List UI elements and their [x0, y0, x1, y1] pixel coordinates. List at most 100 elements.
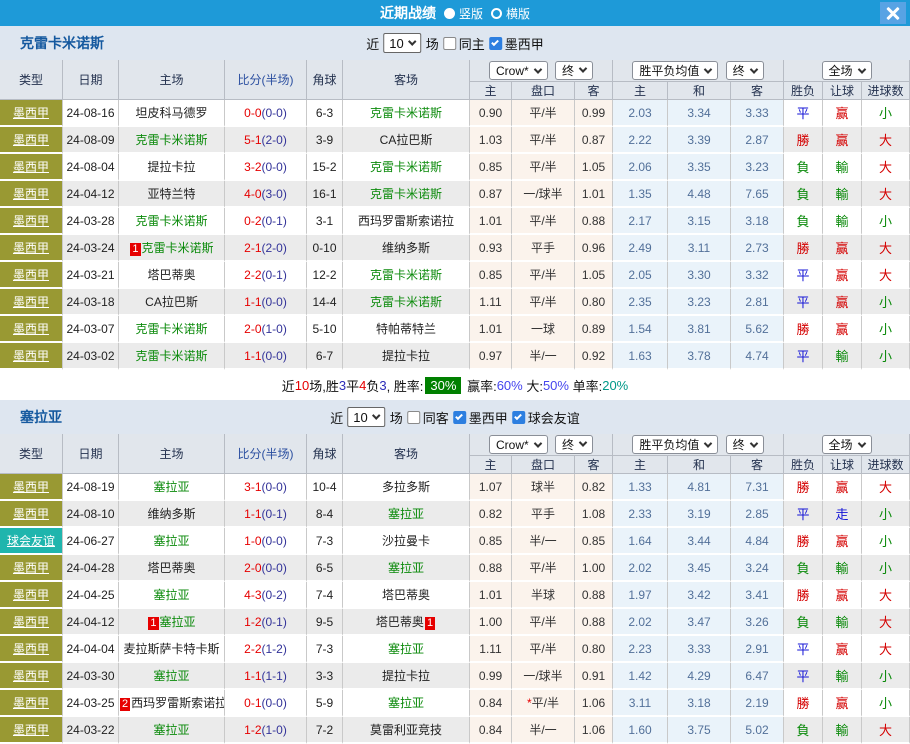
home-team-name: 亚特兰特: [147, 187, 195, 201]
league-link[interactable]: 墨西甲: [13, 480, 49, 494]
league-cell[interactable]: 球会友谊: [0, 528, 63, 555]
filter-checkbox[interactable]: 墨西甲: [453, 408, 508, 427]
league-link[interactable]: 墨西甲: [13, 187, 49, 201]
filter-checkbox[interactable]: 球会友谊: [512, 408, 580, 427]
league-cell[interactable]: 墨西甲: [0, 582, 63, 609]
league-cell[interactable]: 墨西甲: [0, 501, 63, 528]
avg-odds-select[interactable]: 胜平负均值: [632, 61, 718, 80]
checkbox-icon[interactable]: [407, 411, 420, 424]
league-link[interactable]: 墨西甲: [13, 642, 49, 656]
avg-odds-select[interactable]: 胜平负均值: [632, 435, 718, 454]
rank-badge: 2: [120, 698, 130, 711]
summary-segment: 大:: [523, 376, 543, 395]
let-ball-cell: 赢: [823, 289, 862, 316]
checkbox-icon[interactable]: [512, 411, 525, 424]
odds-time-select[interactable]: 终: [555, 435, 593, 454]
league-link[interactable]: 墨西甲: [13, 160, 49, 174]
rank-badge: 1: [130, 243, 140, 256]
league-cell[interactable]: 墨西甲: [0, 208, 63, 235]
league-link[interactable]: 墨西甲: [13, 106, 49, 120]
result-cell: 平: [784, 663, 823, 690]
home-team-name: 维纳多斯: [147, 507, 195, 521]
crow-home-odds: 1.01: [470, 582, 512, 609]
away-team-cell: 克雷卡米诺斯: [343, 181, 470, 208]
league-link[interactable]: 墨西甲: [13, 295, 49, 309]
corner-cell: 8-4: [307, 501, 343, 528]
recent-count-select[interactable]: 10: [347, 407, 385, 427]
scope-select[interactable]: 全场: [822, 435, 872, 454]
radio-unselected-icon[interactable]: [491, 8, 502, 19]
league-cell[interactable]: 墨西甲: [0, 100, 63, 127]
filter-checkbox[interactable]: 同客: [407, 408, 449, 427]
crow-away-odds: 0.96: [575, 235, 613, 262]
league-cell[interactable]: 墨西甲: [0, 154, 63, 181]
check-icon: [514, 412, 522, 420]
league-cell[interactable]: 墨西甲: [0, 717, 63, 744]
matches-tbody: 墨西甲24-08-16坦皮科马德罗0-0(0-0)6-3克雷卡米诺斯0.90平/…: [0, 100, 910, 370]
checkbox-icon[interactable]: [453, 411, 466, 424]
league-link[interactable]: 墨西甲: [13, 322, 49, 336]
away-team-cell: 克雷卡米诺斯: [343, 154, 470, 181]
layout-option-horizontal[interactable]: 横版: [491, 5, 530, 22]
recent-count-select[interactable]: 10: [383, 33, 421, 53]
league-cell[interactable]: 墨西甲: [0, 474, 63, 501]
league-link[interactable]: 墨西甲: [13, 133, 49, 147]
away-team-name: 维纳多斯: [382, 241, 430, 255]
odds-time-select[interactable]: 终: [555, 61, 593, 80]
scope-select[interactable]: 全场: [822, 61, 872, 80]
home-team-name: 塞拉亚: [153, 588, 189, 602]
league-cell[interactable]: 墨西甲: [0, 181, 63, 208]
mean-away-odds: 3.18: [731, 208, 784, 235]
league-link[interactable]: 墨西甲: [13, 241, 49, 255]
league-cell[interactable]: 墨西甲: [0, 262, 63, 289]
league-link[interactable]: 球会友谊: [7, 534, 55, 548]
league-link[interactable]: 墨西甲: [13, 268, 49, 282]
away-team-name: 沙拉曼卡: [382, 534, 430, 548]
away-team-cell: 塔巴蒂奥1: [343, 609, 470, 636]
league-cell[interactable]: 墨西甲: [0, 636, 63, 663]
league-cell[interactable]: 墨西甲: [0, 289, 63, 316]
date-cell: 24-04-25: [63, 582, 119, 609]
league-cell[interactable]: 墨西甲: [0, 127, 63, 154]
layout-option-vertical[interactable]: 竖版: [444, 5, 483, 22]
halftime-score: (0-0): [262, 349, 287, 363]
league-link[interactable]: 墨西甲: [13, 588, 49, 602]
crow-home-odds: 1.11: [470, 289, 512, 316]
away-team-name: 多拉多斯: [382, 480, 430, 494]
league-link[interactable]: 墨西甲: [13, 696, 49, 710]
league-link[interactable]: 墨西甲: [13, 349, 49, 363]
avg-time-select[interactable]: 终: [726, 435, 764, 454]
league-cell[interactable]: 墨西甲: [0, 690, 63, 717]
handicap-cell: 平/半: [512, 208, 575, 235]
checkbox-icon[interactable]: [443, 37, 456, 50]
radio-selected-icon[interactable]: [444, 8, 455, 19]
league-link[interactable]: 墨西甲: [13, 561, 49, 575]
league-link[interactable]: 墨西甲: [13, 615, 49, 629]
league-cell[interactable]: 墨西甲: [0, 235, 63, 262]
league-cell[interactable]: 墨西甲: [0, 316, 63, 343]
bookmaker-select[interactable]: Crow*: [489, 61, 548, 80]
fulltime-score: 2-1: [244, 241, 261, 255]
league-link[interactable]: 墨西甲: [13, 507, 49, 521]
league-cell[interactable]: 墨西甲: [0, 609, 63, 636]
summary-segment: 近: [282, 376, 295, 395]
crow-away-odds: 0.80: [575, 289, 613, 316]
league-cell[interactable]: 墨西甲: [0, 555, 63, 582]
filter-checkbox[interactable]: 墨西甲: [489, 34, 544, 53]
checkbox-icon[interactable]: [489, 37, 502, 50]
league-link[interactable]: 墨西甲: [13, 723, 49, 737]
bookmaker-select[interactable]: Crow*: [489, 435, 548, 454]
close-button[interactable]: [880, 2, 906, 24]
avg-time-select[interactable]: 终: [726, 61, 764, 80]
away-team-cell: 莫雷利亚竞技: [343, 717, 470, 744]
league-cell[interactable]: 墨西甲: [0, 343, 63, 370]
league-link[interactable]: 墨西甲: [13, 669, 49, 683]
handicap-cell: 平手: [512, 235, 575, 262]
home-team-cell: CA拉巴斯: [119, 289, 225, 316]
mean-away-odds: 2.85: [731, 501, 784, 528]
handicap-cell: 半球: [512, 582, 575, 609]
league-cell[interactable]: 墨西甲: [0, 663, 63, 690]
chevron-down-icon: [579, 439, 587, 447]
filter-checkbox[interactable]: 同主: [443, 34, 485, 53]
league-link[interactable]: 墨西甲: [13, 214, 49, 228]
